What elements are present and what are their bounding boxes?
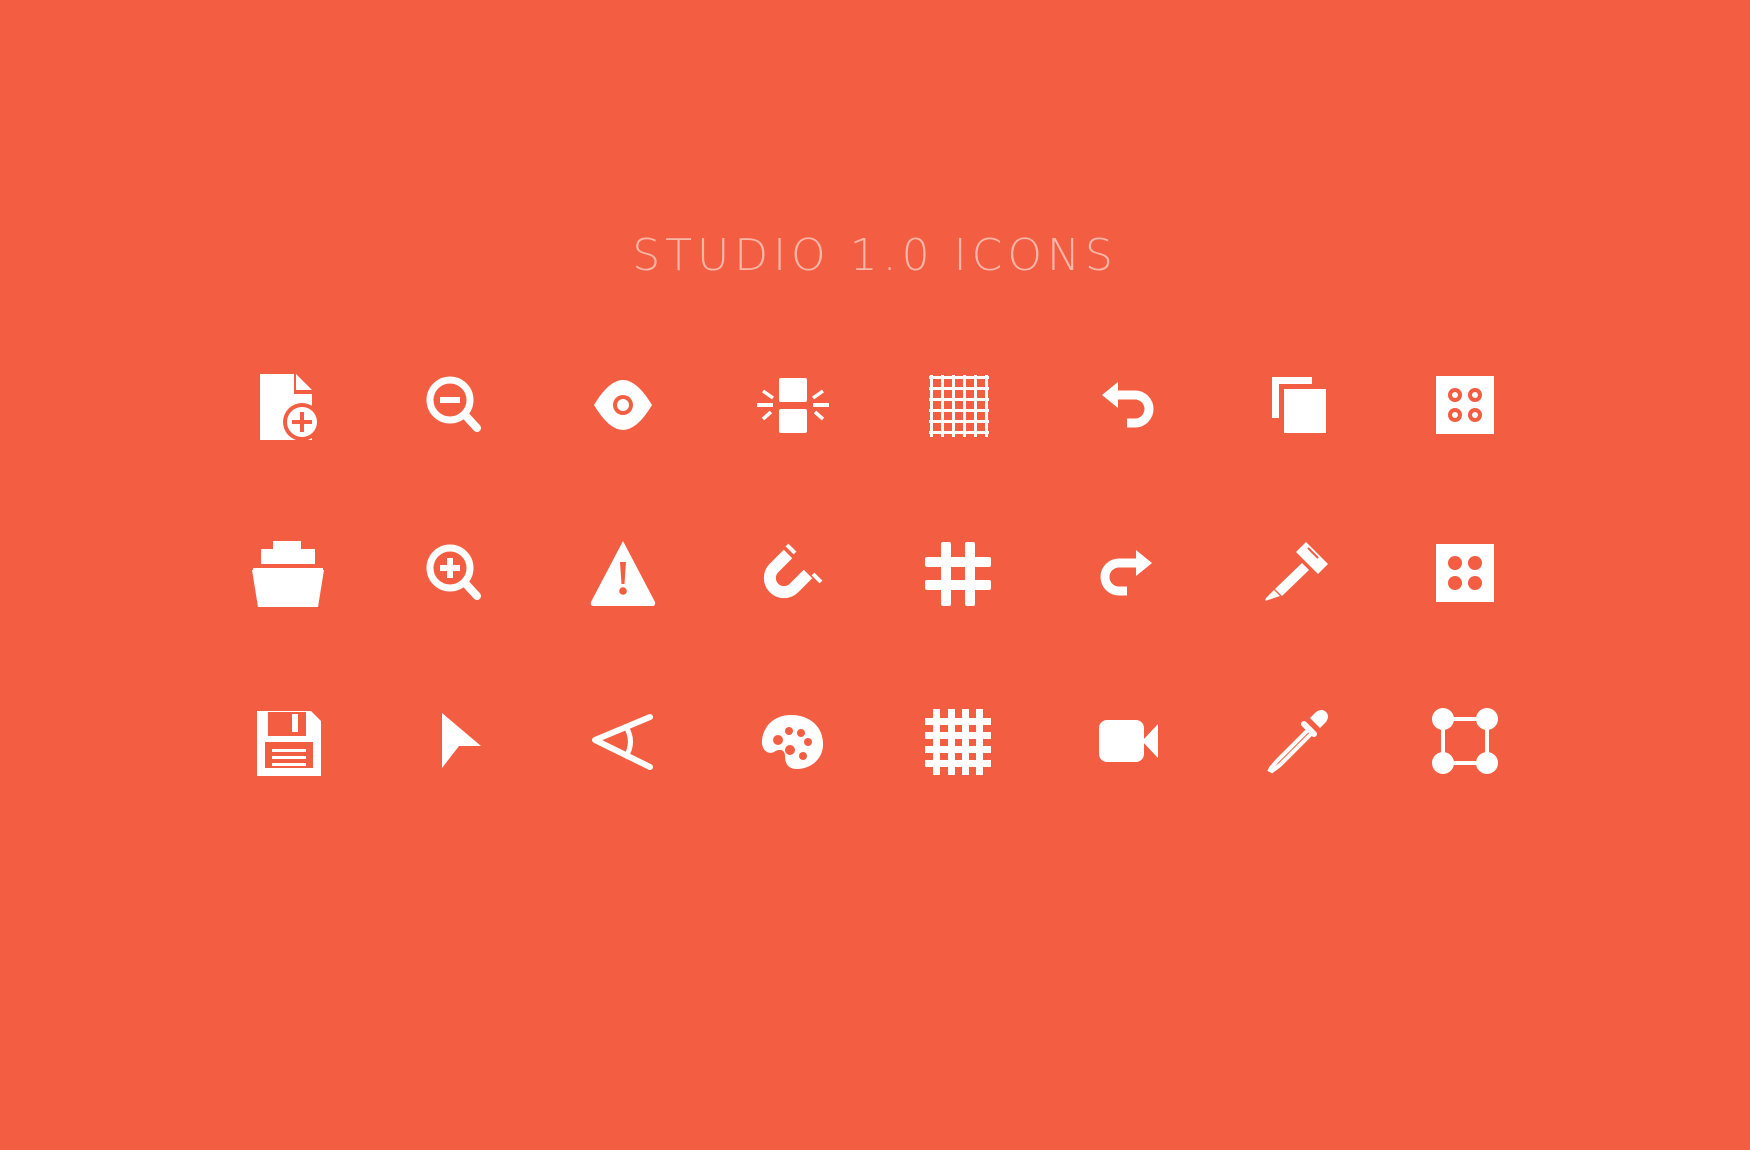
save-icon[interactable] (244, 696, 334, 786)
zoom-out-icon[interactable] (409, 360, 499, 450)
texture-circles-icon[interactable] (1420, 528, 1510, 618)
magnet-snap-icon[interactable] (748, 528, 838, 618)
redo-icon[interactable] (1080, 528, 1170, 618)
duplicate-icon[interactable] (1252, 360, 1342, 450)
video-camera-icon[interactable] (1084, 696, 1174, 786)
color-palette-icon[interactable] (745, 696, 835, 786)
paint-brush-icon[interactable] (1252, 528, 1342, 618)
icon-grid (0, 0, 1750, 1150)
bold-grid-icon[interactable] (913, 696, 1003, 786)
grid-icon[interactable] (915, 360, 1005, 450)
pointer-cursor-icon[interactable] (415, 696, 505, 786)
align-center-icon[interactable] (748, 360, 838, 450)
undo-icon[interactable] (1084, 360, 1174, 450)
open-folder-icon[interactable] (243, 528, 333, 618)
zoom-in-icon[interactable] (409, 528, 499, 618)
texture-dots-icon[interactable] (1420, 360, 1510, 450)
new-document-icon[interactable] (242, 360, 332, 450)
node-graph-icon[interactable] (1420, 696, 1510, 786)
warning-icon[interactable] (578, 528, 668, 618)
angle-tool-icon[interactable] (578, 696, 668, 786)
view-eye-icon[interactable] (578, 360, 668, 450)
hash-grid-icon[interactable] (913, 528, 1003, 618)
eyedropper-icon[interactable] (1252, 696, 1342, 786)
